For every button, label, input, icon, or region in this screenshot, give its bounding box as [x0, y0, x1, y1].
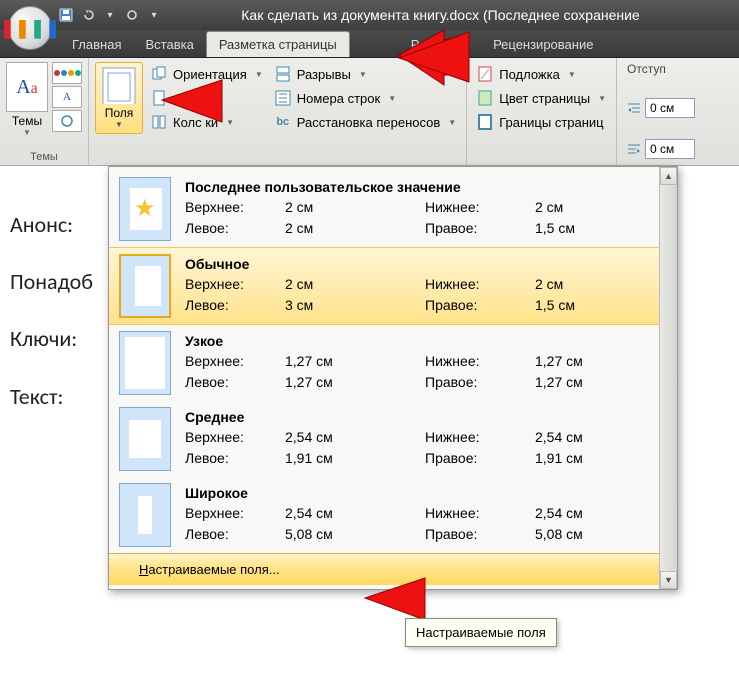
tab-review[interactable]: Рецензирование — [481, 32, 605, 57]
group-themes: Aa Темы ▼ A Темы — [0, 58, 89, 165]
margin-preset-3[interactable]: СреднееВерхнее:2,54 смНижнее:2,54 смЛево… — [109, 401, 659, 477]
annotation-arrow-icon — [157, 78, 227, 128]
tab-home[interactable]: Главная — [60, 32, 133, 57]
title-bar: ❚❚❚❚ ▾ ▾ Как сделать из документа книгу.… — [0, 0, 739, 30]
margin-preset-icon — [119, 254, 171, 318]
ribbon: Aa Темы ▼ A Темы Поля ▼ — [0, 58, 739, 166]
page-borders-icon — [477, 114, 493, 130]
save-icon[interactable] — [58, 7, 74, 23]
annotation-arrow-icon — [394, 30, 474, 90]
preset-title: Широкое — [185, 485, 649, 501]
margin-preset-icon — [119, 483, 171, 547]
margin-preset-icon — [119, 407, 171, 471]
indent-left-input[interactable] — [645, 98, 695, 118]
themes-gallery[interactable]: Aa — [6, 62, 48, 112]
chevron-down-icon: ▼ — [568, 70, 576, 79]
chevron-down-icon: ▼ — [255, 70, 263, 79]
line-numbers-icon — [275, 90, 291, 106]
group-indent: Отступ — [617, 58, 701, 165]
preset-title: Среднее — [185, 409, 649, 425]
page-color-icon — [477, 90, 493, 106]
margins-dropdown: ★Последнее пользовательское значениеВерх… — [108, 166, 678, 590]
preset-title: Последнее пользовательское значение — [185, 179, 649, 195]
group-page-background: Подложка▼ Цвет страницы▼ Границы страниц — [467, 58, 617, 165]
undo-icon[interactable] — [80, 7, 96, 23]
hyphenation-icon: bc — [275, 114, 291, 130]
tab-insert[interactable]: Вставка — [133, 32, 205, 57]
group-label-themes: Темы — [6, 149, 82, 163]
indent-label: Отступ — [627, 62, 695, 76]
margin-preset-icon: ★ — [119, 177, 171, 241]
themes-label: Темы — [6, 114, 48, 128]
page-color-button[interactable]: Цвет страницы▼ — [473, 88, 610, 108]
star-icon: ★ — [134, 194, 156, 223]
scroll-down-icon[interactable]: ▼ — [660, 571, 677, 589]
theme-effects-button[interactable] — [52, 110, 82, 132]
indent-left-icon — [627, 101, 641, 115]
breaks-icon — [275, 66, 291, 82]
quick-access-toolbar: ▾ ▾ — [58, 7, 162, 23]
preset-title: Обычное — [185, 256, 649, 272]
margin-preset-1[interactable]: ОбычноеВерхнее:2 смНижнее:2 смЛевое:3 см… — [109, 247, 659, 325]
line-numbers-button[interactable]: Номера строк▼ — [271, 88, 460, 108]
margin-preset-2[interactable]: УзкоеВерхнее:1,27 смНижнее:1,27 смЛевое:… — [109, 325, 659, 401]
watermark-icon — [477, 66, 493, 82]
margins-button[interactable]: Поля ▼ — [95, 62, 143, 134]
ribbon-tabs: Главная Вставка Разметка страницы ки Рас… — [0, 30, 739, 58]
watermark-button[interactable]: Подложка▼ — [473, 64, 610, 84]
margin-preset-icon — [119, 331, 171, 395]
qat-customize-icon[interactable]: ▾ — [146, 7, 162, 23]
margin-preset-4[interactable]: ШирокоеВерхнее:2,54 смНижнее:2,54 смЛево… — [109, 477, 659, 553]
chevron-down-icon: ▼ — [226, 118, 234, 127]
window-title: Как сделать из документа книгу.docx (Пос… — [182, 7, 739, 23]
hyphenation-button[interactable]: bc Расстановка переносов▼ — [271, 112, 460, 132]
tooltip: Настраиваемые поля — [405, 618, 557, 647]
preset-title: Узкое — [185, 333, 649, 349]
indent-right-icon — [627, 142, 641, 156]
margin-preset-0[interactable]: ★Последнее пользовательское значениеВерх… — [109, 171, 659, 247]
tab-page-layout[interactable]: Разметка страницы — [206, 31, 350, 57]
chevron-down-icon: ▼ — [448, 118, 456, 127]
indent-right-input[interactable] — [645, 139, 695, 159]
chevron-down-icon: ▼ — [359, 70, 367, 79]
theme-colors-button[interactable] — [52, 62, 82, 84]
chevron-down-icon: ▼ — [388, 94, 396, 103]
chevron-down-icon: ▼ — [115, 120, 123, 129]
chevron-down-icon[interactable]: ▼ — [6, 128, 48, 137]
office-button[interactable]: ❚❚❚❚ — [8, 6, 52, 50]
margins-icon — [102, 67, 136, 104]
scroll-up-icon[interactable]: ▲ — [660, 167, 677, 185]
redo-icon[interactable]: ▾ — [102, 7, 118, 23]
chevron-down-icon: ▼ — [598, 94, 606, 103]
theme-fonts-button[interactable]: A — [52, 86, 82, 108]
page-borders-button[interactable]: Границы страниц — [473, 112, 610, 132]
scrollbar[interactable]: ▲ ▼ — [659, 167, 677, 589]
margins-label: Поля — [105, 106, 134, 120]
repeat-icon[interactable] — [124, 7, 140, 23]
